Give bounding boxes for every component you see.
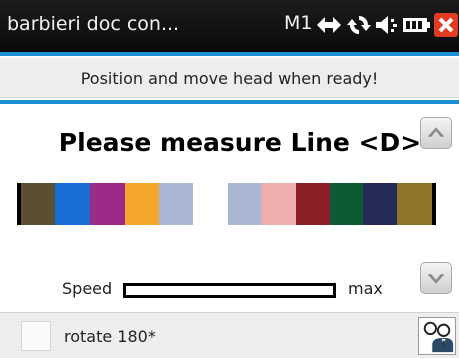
swatch-left-5 [159,183,193,225]
sound-icon[interactable] [374,13,400,37]
swatch-right-3 [296,183,330,225]
measure-title: Please measure Line <D> [58,128,422,157]
accent-line-bottom [0,100,459,104]
color-bar-right-edge [432,183,436,225]
swatch-right-4 [330,183,363,225]
users-button[interactable] [418,317,456,355]
chevron-up-icon [427,127,445,137]
swatch-left-4 [125,183,159,225]
title-bar: barbieri doc con... M1 [0,0,459,52]
close-icon[interactable] [434,13,458,37]
scroll-down-button[interactable] [420,262,452,294]
swatch-left-1 [21,183,55,225]
bottom-bar: rotate 180* [0,312,459,358]
sync-icon[interactable] [346,13,372,37]
instruction-banner: Position and move head when ready! [0,58,459,98]
swatch-right-5 [363,183,397,225]
color-bar [17,183,437,225]
rotate-checkbox[interactable] [21,321,51,351]
users-icon [423,321,454,353]
speed-label: Speed [62,279,113,298]
chevron-down-icon [427,274,445,284]
instruction-text: Position and move head when ready! [80,69,379,88]
swatch-right-6 [397,183,432,225]
rotate-label: rotate 180* [64,327,156,346]
swatch-right-2 [261,183,296,225]
scroll-up-button[interactable] [420,117,452,149]
swatch-left-3 [90,183,125,225]
max-label: max [348,279,383,298]
battery-icon [402,13,430,37]
bidirectional-arrow-icon[interactable] [316,13,342,37]
accent-line-top [0,52,459,56]
swatch-right-1 [228,183,261,225]
mode-label: M1 [284,12,313,34]
speed-indicator [123,283,336,298]
swatch-left-2 [55,183,90,225]
window-title: barbieri doc con... [7,13,180,35]
